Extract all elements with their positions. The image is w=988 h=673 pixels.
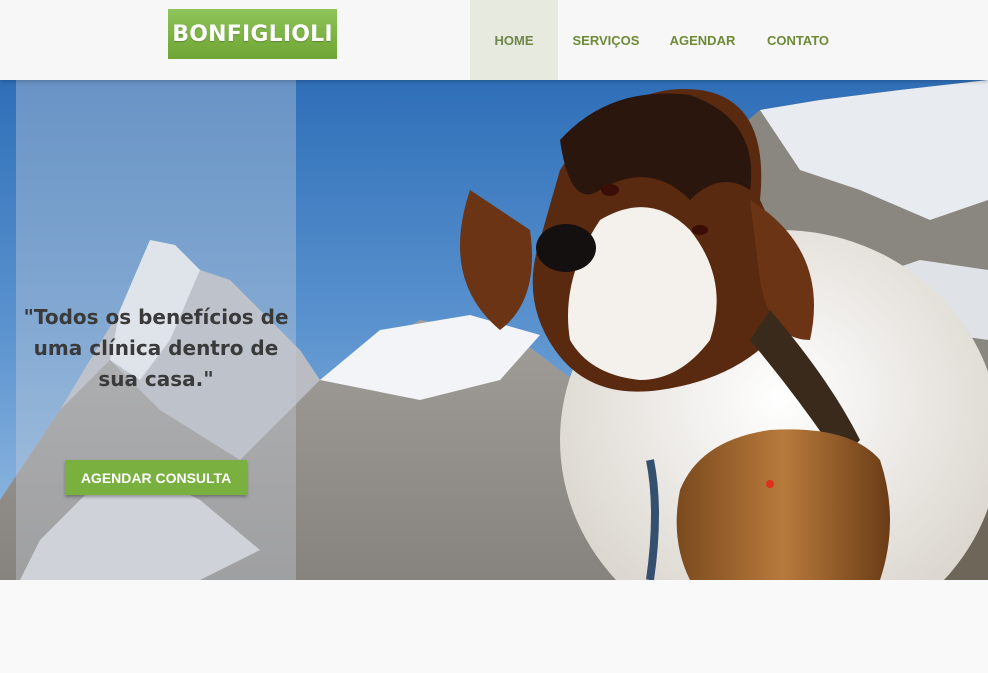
main-nav: HOME SERVIÇOS AGENDAR CONTATO	[470, 0, 845, 80]
hero-banner: "Todos os benefícios de uma clínica dent…	[0, 80, 988, 580]
schedule-appointment-button[interactable]: AGENDAR CONSULTA	[65, 460, 247, 495]
nav-item-servicos[interactable]: SERVIÇOS	[558, 0, 654, 80]
nav-item-home[interactable]: HOME	[470, 0, 558, 80]
hero-quote: "Todos os benefícios de uma clínica dent…	[23, 305, 289, 391]
nav-item-contato[interactable]: CONTATO	[751, 0, 845, 80]
site-header: BONFIGLIOLI HOME SERVIÇOS AGENDAR CONTAT…	[0, 0, 988, 80]
nav-item-agendar[interactable]: AGENDAR	[654, 0, 751, 80]
logo-text: BONFIGLIOLI	[172, 21, 333, 47]
brand-logo[interactable]: BONFIGLIOLI	[168, 9, 337, 59]
